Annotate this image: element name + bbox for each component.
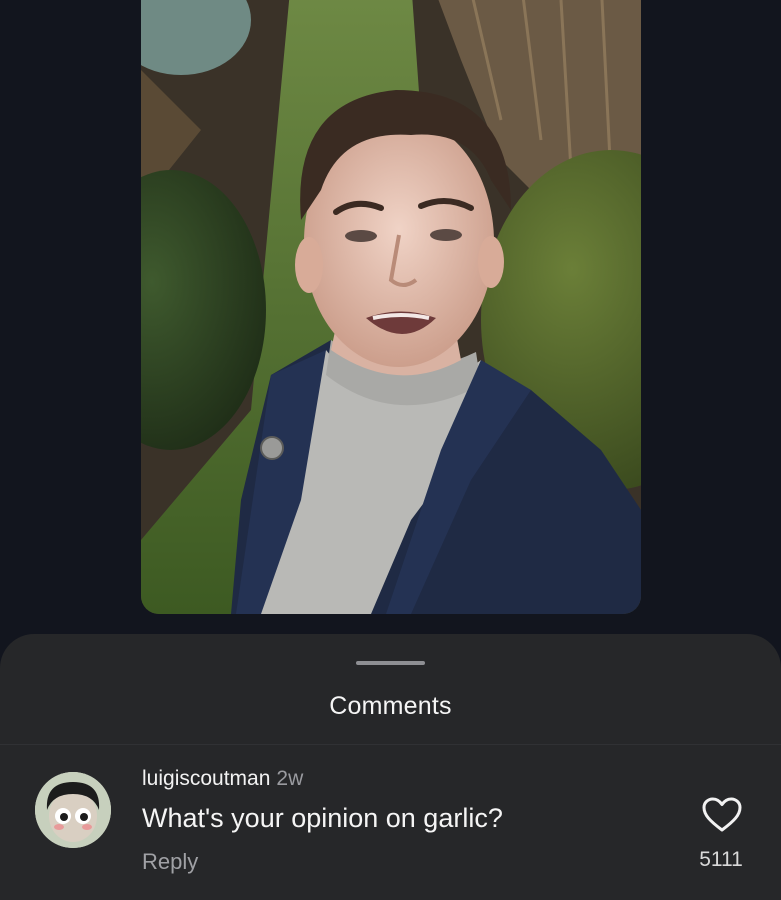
comments-title: Comments	[329, 692, 452, 720]
avatar[interactable]	[35, 772, 111, 848]
heart-icon	[702, 797, 742, 832]
comment-item: luigiscoutman 2w What's your opinion on g…	[0, 745, 781, 900]
app-screen: Comments luigiscoutman 2w What's your op…	[0, 0, 781, 900]
comment-meta: luigiscoutman 2w	[142, 767, 303, 791]
comment-timestamp: 2w	[276, 767, 304, 790]
comment-text: What's your opinion on garlic?	[142, 803, 503, 833]
comments-sheet: Comments luigiscoutman 2w What's your op…	[0, 634, 781, 900]
video-preview[interactable]	[141, 0, 641, 614]
avatar-image	[35, 772, 111, 848]
comment-username[interactable]: luigiscoutman	[142, 767, 270, 790]
like-button[interactable]	[700, 795, 744, 835]
like-count: 5111	[699, 848, 743, 871]
reply-button[interactable]: Reply	[142, 849, 198, 875]
video-frame-image	[141, 0, 641, 614]
drag-handle[interactable]	[356, 661, 425, 665]
